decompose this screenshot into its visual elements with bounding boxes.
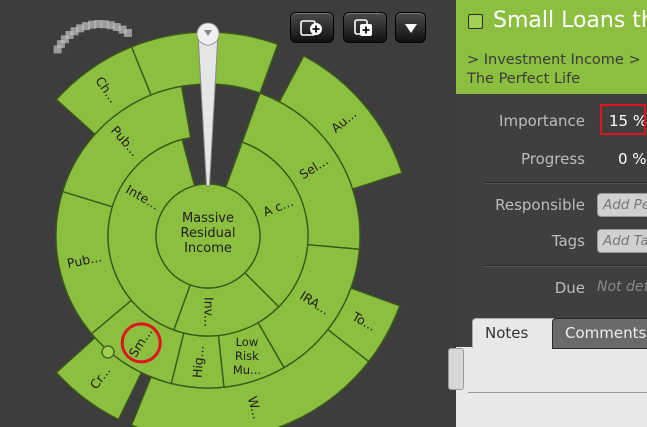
divider [484, 182, 647, 183]
responsible-input[interactable]: Add Pe [597, 193, 647, 217]
sunburst-segment-label: Inv... [202, 297, 217, 327]
notes-separator [468, 392, 647, 393]
tags-label: Tags [551, 232, 585, 250]
menu-dropdown-button[interactable] [395, 12, 426, 43]
tab-notes[interactable]: Notes [472, 318, 563, 348]
importance-highlight [600, 104, 646, 135]
overview-mini-map[interactable] [53, 20, 132, 54]
responsible-label: Responsible [495, 196, 585, 214]
progress-label: Progress [520, 150, 585, 168]
notes-editor[interactable] [456, 347, 647, 427]
tab-comments[interactable]: Comments [552, 318, 647, 349]
divider [484, 265, 647, 266]
importance-label: Importance [499, 112, 585, 130]
panel-resize-handle[interactable] [448, 348, 464, 390]
dropdown-triangle-icon [404, 23, 417, 33]
sunburst-center-label: Massive Residual Income [181, 211, 236, 256]
mini-map-cell [123, 28, 132, 37]
add-child-icon [300, 19, 322, 36]
due-label: Due [554, 279, 585, 297]
add-child-button[interactable] [290, 12, 334, 43]
breadcrumb-line-1[interactable]: > Investment Income > [467, 51, 641, 70]
task-checkbox[interactable] [468, 14, 483, 29]
details-panel: Small Loans th > Investment Income > The… [456, 0, 647, 427]
sunburst-chart[interactable]: To...W...Cr...Ch...Ch...Au...Sel...IRA..… [0, 0, 456, 427]
task-title[interactable]: Small Loans th [493, 8, 647, 33]
due-value[interactable]: Not def [597, 279, 647, 295]
breadcrumb[interactable]: > Investment Income > The Perfect Life [467, 51, 641, 89]
tags-input[interactable]: Add Ta [597, 229, 647, 253]
progress-value[interactable]: 0 % [618, 150, 647, 168]
add-sibling-icon [354, 18, 372, 36]
add-sibling-button[interactable] [343, 12, 387, 43]
sunburst-segment-label: Hig... [190, 345, 207, 379]
panel-header: Small Loans th > Investment Income > The… [456, 0, 647, 94]
rotation-needle[interactable] [197, 33, 219, 187]
pivot-dot[interactable] [101, 345, 115, 359]
breadcrumb-line-2[interactable]: The Perfect Life [467, 70, 641, 89]
sunburst-segment-label: Low Risk Mu... [233, 334, 261, 376]
sunburst-area[interactable]: To...W...Cr...Ch...Ch...Au...Sel...IRA..… [0, 0, 456, 427]
